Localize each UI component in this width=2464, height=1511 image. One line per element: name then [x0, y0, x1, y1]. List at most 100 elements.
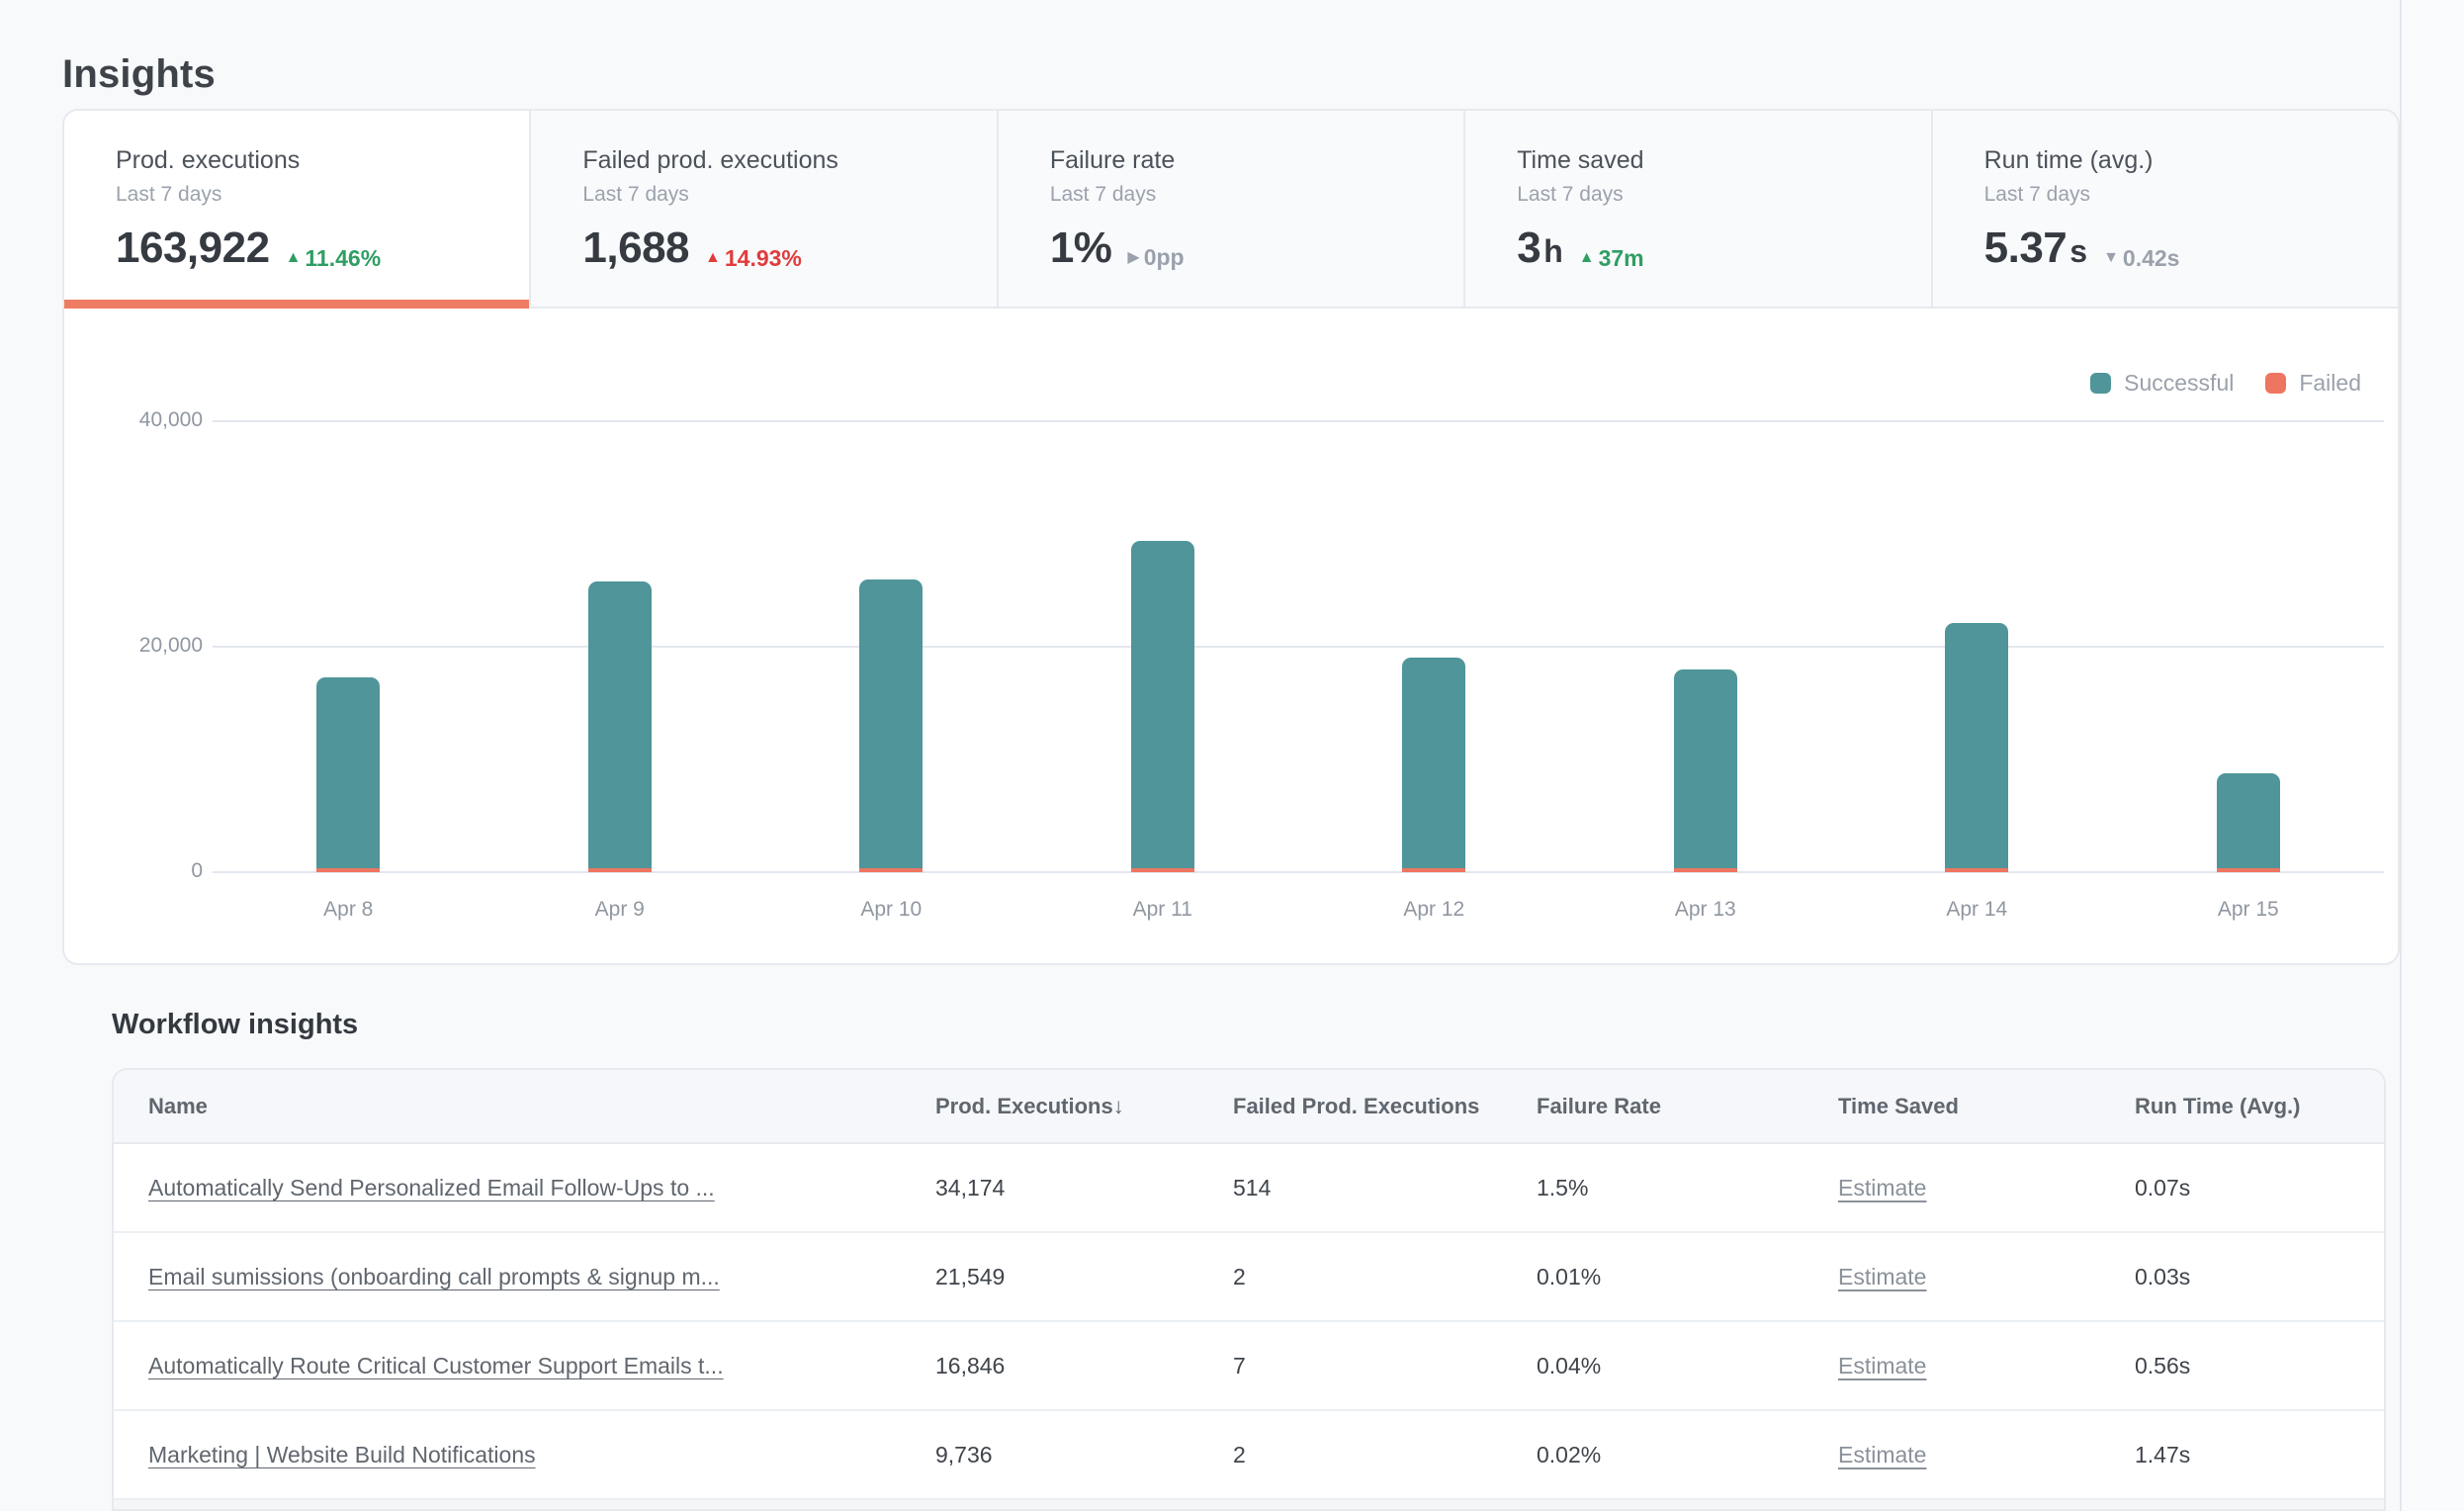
kpi-card-prod-executions[interactable]: Prod. executions Last 7 days 163,922 ▲11.46…: [64, 111, 529, 307]
cell-prod-executions: 16,846: [935, 1353, 1233, 1379]
bar-failed-segment: [316, 868, 380, 872]
cell-failed-prod-executions: 2: [1233, 1442, 1537, 1468]
x-axis-label: Apr 12: [1403, 898, 1464, 922]
kpi-value-row: 163,922 ▲11.46%: [116, 223, 529, 273]
workflow-name-link[interactable]: Automatically Route Critical Customer Su…: [148, 1353, 910, 1379]
cell-failed-prod-executions: 7: [1233, 1353, 1537, 1379]
kpi-delta: ▲37m: [1579, 245, 1644, 272]
cell-prod-executions: 9,736: [935, 1442, 1233, 1468]
kpi-card-failure-rate[interactable]: Failure rateLast 7 days1%▶0pp: [997, 111, 1463, 307]
workflow-name-link[interactable]: Marketing | Website Build Notifications: [148, 1442, 910, 1468]
executions-chart: SuccessfulFailed 40,00020,0000 Apr 8Apr …: [64, 309, 2398, 963]
bar-successful-segment: [1674, 669, 1737, 868]
cell-prod-executions: 21,549: [935, 1264, 1233, 1290]
kpi-title: Run time (avg.): [1984, 146, 2398, 175]
chart-bar-group-apr-13[interactable]: Apr 13: [1570, 421, 1842, 872]
stacked-bar: [859, 579, 923, 872]
kpi-value: 1,688: [582, 223, 689, 273]
kpi-tab-strip: Prod. executions Last 7 days 163,922 ▲11.46…: [64, 111, 2398, 309]
workflow-name-link[interactable]: Automatically Send Personalized Email Fo…: [148, 1175, 910, 1201]
right-arrow-icon: ▶: [1127, 247, 1139, 267]
cell-failure-rate: 1.5%: [1537, 1175, 1838, 1201]
chart-bar-group-apr-9[interactable]: Apr 9: [484, 421, 756, 872]
bar-successful-segment: [859, 579, 923, 868]
chart-bar-group-apr-15[interactable]: Apr 15: [2113, 421, 2385, 872]
column-header-failure-rate[interactable]: Failure Rate: [1537, 1094, 1838, 1119]
page-title: Insights: [62, 52, 216, 97]
legend-item-successful[interactable]: Successful: [2090, 370, 2234, 397]
kpi-card-failed-prod-executions[interactable]: Failed prod. executions Last 7 days 1,688 ▲…: [529, 111, 996, 307]
bar-successful-segment: [1131, 541, 1194, 868]
cell-run-time: 1.47s: [2135, 1442, 2384, 1468]
kpi-title: Prod. executions: [116, 146, 529, 175]
kpi-card-time-saved[interactable]: Time saved Last 7 days 3h ▲37m: [1463, 111, 1930, 307]
kpi-card-run-time-avg[interactable]: Run time (avg.)Last 7 days5.37s▼0.42s: [1931, 111, 2398, 307]
kpi-value: 5.37: [1984, 223, 2068, 273]
bar-successful-segment: [2217, 773, 2280, 868]
chart-bar-group-apr-8[interactable]: Apr 8: [213, 421, 484, 872]
stacked-bar: [1402, 658, 1465, 872]
table-row: Marketing | Website Build Notifications 9…: [114, 1411, 2384, 1500]
chart-bar-group-apr-14[interactable]: Apr 14: [1841, 421, 2113, 872]
cell-failure-rate: 0.02%: [1537, 1442, 1838, 1468]
kpi-value-row: 3h ▲37m: [1517, 223, 1930, 273]
up-arrow-icon: ▲: [1579, 249, 1595, 267]
kpi-value-row: 1,688▲14.93%: [582, 223, 996, 273]
chart-bar-group-apr-10[interactable]: Apr 10: [755, 421, 1027, 872]
x-axis-label: Apr 14: [1946, 898, 2007, 922]
page-scrollbar-gutter[interactable]: [2400, 0, 2464, 1511]
legend-label: Failed: [2299, 370, 2361, 397]
up-arrow-icon: ▲: [286, 249, 302, 267]
column-header-time-saved[interactable]: Time Saved: [1838, 1094, 2135, 1119]
table-row: Automatically Send Personalized Email Fo…: [114, 1144, 2384, 1233]
kpi-period: Last 7 days: [116, 183, 529, 207]
bar-failed-segment: [2217, 868, 2280, 872]
cell-run-time: 0.03s: [2135, 1264, 2384, 1290]
time-saved-estimate-link[interactable]: Estimate: [1838, 1353, 1926, 1378]
kpi-value: 163,922: [116, 223, 270, 273]
workflow-insights-table: NameProd. Executions↓Failed Prod. Execut…: [112, 1068, 2386, 1511]
column-header-name[interactable]: Name: [114, 1094, 935, 1119]
y-axis-tick-label: 0: [64, 859, 203, 883]
time-saved-estimate-link[interactable]: Estimate: [1838, 1175, 1926, 1200]
stacked-bar: [1945, 623, 2008, 872]
cell-failure-rate: 0.04%: [1537, 1353, 1838, 1379]
cell-failure-rate: 0.01%: [1537, 1264, 1838, 1290]
kpi-unit: s: [2069, 233, 2087, 270]
time-saved-estimate-link[interactable]: Estimate: [1838, 1264, 1926, 1289]
kpi-delta: ▲11.46%: [286, 245, 382, 272]
cell-prod-executions: 34,174: [935, 1175, 1233, 1201]
table-row: Email sumissions (onboarding call prompt…: [114, 1233, 2384, 1322]
x-axis-label: Apr 10: [860, 898, 922, 922]
table-header-row: NameProd. Executions↓Failed Prod. Execut…: [114, 1070, 2384, 1144]
bar-failed-segment: [1674, 868, 1737, 872]
chart-bar-group-apr-12[interactable]: Apr 12: [1298, 421, 1570, 872]
kpi-title: Failed prod. executions: [582, 146, 996, 175]
table-next-row-sliver: [114, 1500, 2384, 1511]
up-arrow-icon: ▲: [705, 249, 721, 267]
kpi-period: Last 7 days: [1517, 183, 1930, 207]
time-saved-estimate-link[interactable]: Estimate: [1838, 1442, 1926, 1467]
bar-successful-segment: [1945, 623, 2008, 868]
legend-label: Successful: [2124, 370, 2234, 397]
kpi-unit: h: [1543, 233, 1563, 270]
chart-bar-group-apr-11[interactable]: Apr 11: [1027, 421, 1299, 872]
column-header-prod-executions[interactable]: Prod. Executions↓: [935, 1094, 1233, 1119]
kpi-title: Time saved: [1517, 146, 1930, 175]
kpi-value-row: 5.37s ▼0.42s: [1984, 223, 2398, 273]
kpi-period: Last 7 days: [582, 183, 996, 207]
column-header-failed-prod-executions[interactable]: Failed Prod. Executions: [1233, 1094, 1537, 1119]
column-header-run-time-avg-[interactable]: Run Time (Avg.): [2135, 1094, 2384, 1119]
kpi-delta: ▶0pp: [1127, 244, 1184, 271]
kpi-value: 1%: [1050, 223, 1112, 273]
workflow-name-link[interactable]: Email sumissions (onboarding call prompt…: [148, 1264, 910, 1290]
bar-failed-segment: [588, 868, 652, 872]
kpi-delta: ▼0.42s: [2103, 245, 2179, 272]
legend-item-failed[interactable]: Failed: [2265, 370, 2361, 397]
cell-failed-prod-executions: 2: [1233, 1264, 1537, 1290]
down-arrow-icon: ▼: [2103, 249, 2119, 267]
x-axis-label: Apr 8: [323, 898, 373, 922]
legend-swatch-icon: [2265, 373, 2286, 394]
stacked-bar: [316, 677, 380, 872]
kpi-value: 3: [1517, 223, 1540, 273]
